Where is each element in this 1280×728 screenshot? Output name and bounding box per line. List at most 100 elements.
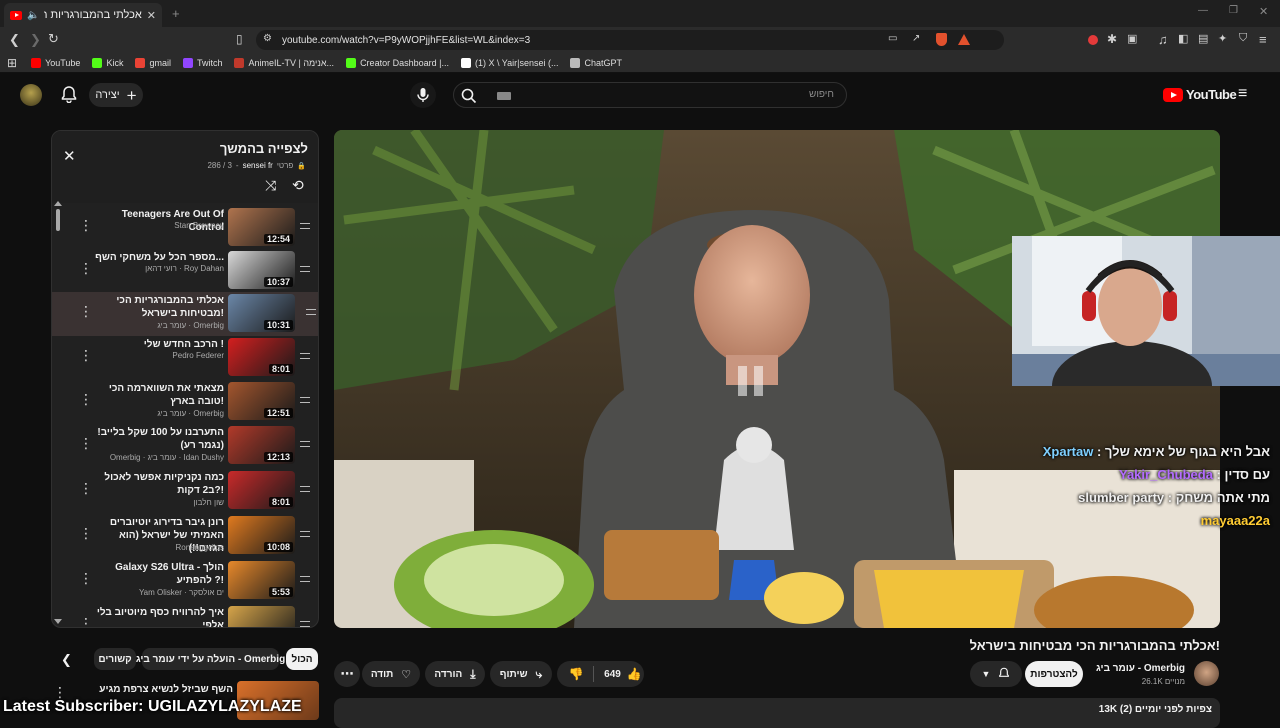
- back-icon[interactable]: ❮: [9, 32, 20, 48]
- leo-ai-icon[interactable]: ✦: [1218, 32, 1227, 45]
- bookmark-item[interactable]: Creator Dashboard |...: [346, 57, 449, 68]
- brave-shield-icon[interactable]: [936, 33, 947, 46]
- channel-name[interactable]: עומר ביג - Omerbig: [1096, 663, 1185, 674]
- drag-handle-icon[interactable]: [300, 441, 310, 447]
- more-actions-icon[interactable]: ⋮: [79, 392, 93, 406]
- pause-icon[interactable]: [738, 366, 764, 396]
- bookmark-item[interactable]: Kick: [92, 57, 123, 68]
- sidebar-icon[interactable]: ◧: [1178, 32, 1188, 45]
- playlist-item[interactable]: ⋮ Galaxy S26 Ultra - הולך להפתיע ?! Yam Ol…: [60, 559, 312, 603]
- rewards-icon[interactable]: [958, 34, 970, 45]
- keyboard-icon[interactable]: [497, 92, 511, 100]
- share-button[interactable]: שיתוף ⤷: [490, 661, 552, 687]
- vpn-icon[interactable]: ⛉: [1239, 32, 1247, 45]
- bookmark-item[interactable]: gmail: [135, 57, 171, 68]
- notifications-bell-icon[interactable]: [60, 85, 78, 104]
- extension-record-icon[interactable]: [1088, 35, 1098, 45]
- bookmark-icon[interactable]: ▯: [236, 32, 243, 46]
- playlist-item-thumbnail[interactable]: 12:13: [228, 426, 295, 464]
- download-button[interactable]: הורדה ⤓: [425, 661, 485, 687]
- drag-handle-icon[interactable]: [300, 531, 310, 537]
- bookmark-item[interactable]: (1) X \ Yair|sensei (...: [460, 57, 558, 68]
- share-page-icon[interactable]: ↗: [912, 33, 920, 44]
- bookmark-item[interactable]: YouTube: [31, 57, 80, 68]
- shuffle-icon[interactable]: ⤨: [265, 177, 276, 194]
- playlist-item[interactable]: ⋮ איך להרוויח כסף מיוטיוב בלי אלפי: [60, 604, 312, 627]
- notifications-dropdown[interactable]: ▼: [970, 661, 1022, 687]
- close-playlist-icon[interactable]: ✕: [63, 147, 76, 165]
- apps-grid-icon[interactable]: ⊞: [7, 56, 17, 70]
- reload-icon[interactable]: ↻: [48, 31, 59, 47]
- extensions-icon[interactable]: ✱: [1107, 32, 1117, 46]
- loop-icon[interactable]: ⟲: [292, 177, 304, 194]
- playlist-item[interactable]: ⋮ אכלתי בהמבורגריות הכי מבטיחות בישראל! עו…: [52, 292, 318, 336]
- screenshot-icon[interactable]: ▣: [1127, 32, 1137, 45]
- drag-handle-icon[interactable]: [306, 309, 316, 315]
- drag-handle-icon[interactable]: [300, 397, 310, 403]
- playlist-item[interactable]: ⋮ כמה נקניקיות אפשר לאכול ב2 דקות?! שון חל…: [60, 469, 312, 513]
- bookmark-item[interactable]: AnimeIL-TV | אנימה...: [234, 57, 334, 68]
- dislike-icon[interactable]: 👎: [559, 667, 593, 681]
- browser-tab[interactable]: 🔈 אכלתי בהמבורגריות הכי מבט ✕: [4, 3, 162, 27]
- drag-handle-icon[interactable]: [300, 621, 310, 627]
- speaker-icon[interactable]: 🔈: [27, 10, 39, 21]
- playlist-item[interactable]: ⋮ הרכב החדש שלי ! Pedro Federer 8:01: [60, 336, 312, 380]
- search-icon[interactable]: [461, 88, 477, 109]
- guide-menu-icon[interactable]: ≡: [1238, 85, 1247, 103]
- playlist-item-thumbnail[interactable]: 12:54: [228, 208, 295, 246]
- playlist-item[interactable]: ⋮ מספר הכל על משחקי השף... רועי דהאן · Roy…: [60, 249, 312, 293]
- playlist-item[interactable]: ⋮ רונן גיבר בדירוג יוטיוברים האמיתי של יש…: [60, 514, 312, 558]
- bookmark-item[interactable]: ChatGPT: [570, 57, 622, 68]
- thanks-button[interactable]: תודה ♡: [362, 661, 420, 687]
- chip-related[interactable]: קשורים: [94, 648, 136, 670]
- menu-icon[interactable]: ≡: [1259, 32, 1267, 47]
- voice-search-icon[interactable]: [410, 82, 436, 108]
- avatar[interactable]: [20, 84, 42, 106]
- playlist-item-thumbnail[interactable]: 8:01: [228, 338, 295, 376]
- playlist-item-thumbnail[interactable]: 8:01: [228, 471, 295, 509]
- playlist-title[interactable]: לצפייה בהמשך: [220, 141, 308, 156]
- playlist-item-thumbnail[interactable]: [228, 606, 295, 627]
- new-tab-icon[interactable]: +: [172, 6, 180, 21]
- playlist-item-thumbnail[interactable]: 10:37: [228, 251, 295, 289]
- address-bar[interactable]: ⚙ youtube.com/watch?v=P9yWOPjjhFE&list=W…: [256, 30, 1004, 50]
- drag-handle-icon[interactable]: [300, 266, 310, 272]
- drag-handle-icon[interactable]: [300, 353, 310, 359]
- playlist-item-thumbnail[interactable]: 10:08: [228, 516, 295, 554]
- search-box[interactable]: חיפוש: [453, 82, 847, 108]
- channel-avatar[interactable]: [1194, 661, 1219, 686]
- more-actions-icon[interactable]: ⋮: [79, 436, 93, 450]
- description-box[interactable]: 13K צפיות לפני יומיים (2): [334, 698, 1220, 728]
- drag-handle-icon[interactable]: [300, 486, 310, 492]
- forward-icon[interactable]: ❯: [30, 32, 41, 48]
- playlist-item-thumbnail[interactable]: 10:31: [228, 294, 295, 332]
- playlist-item-thumbnail[interactable]: 5:53: [228, 561, 295, 599]
- bookmark-item[interactable]: Twitch: [182, 57, 222, 68]
- more-actions-button[interactable]: ⋯: [334, 661, 360, 687]
- playlist-item-thumbnail[interactable]: 12:51: [228, 382, 295, 420]
- more-actions-icon[interactable]: ⋮: [79, 616, 93, 627]
- playlist-item[interactable]: ⋮ התערבנו על 100 שקל בלייב! (נגמר רע) Omer…: [60, 424, 312, 468]
- create-button[interactable]: יצירה +: [89, 83, 143, 107]
- close-window-icon[interactable]: ✕: [1259, 5, 1268, 18]
- close-tab-icon[interactable]: ✕: [147, 9, 156, 22]
- playlist-item[interactable]: ⋮ מצאתי את השווארמה הכי טובה בארץ! עומר בי…: [60, 380, 312, 424]
- media-icon[interactable]: ♫: [1158, 32, 1168, 47]
- drag-handle-icon[interactable]: [300, 223, 310, 229]
- site-settings-icon[interactable]: ⚙: [263, 33, 272, 44]
- more-actions-icon[interactable]: ⋮: [79, 304, 93, 318]
- search-input[interactable]: חיפוש: [809, 89, 834, 100]
- subscribe-button[interactable]: להצטרפות: [1025, 661, 1083, 687]
- wallet-icon[interactable]: ▤: [1198, 32, 1208, 45]
- playlist-owner[interactable]: sensei fr: [243, 161, 273, 170]
- restore-icon[interactable]: ❐: [1229, 5, 1238, 16]
- chip-uploaded-by[interactable]: הועלה על ידי עומר ביג - Omerbig: [136, 648, 285, 670]
- like-icon[interactable]: 👍: [627, 667, 642, 681]
- playlist-item[interactable]: ⋮ Teenagers Are Out Of Control Stan Browne…: [60, 206, 312, 250]
- chips-prev-icon[interactable]: ❮: [61, 652, 72, 668]
- youtube-logo[interactable]: YouTube: [1163, 87, 1237, 102]
- more-actions-icon[interactable]: ⋮: [79, 526, 93, 540]
- more-actions-icon[interactable]: ⋮: [79, 481, 93, 495]
- more-actions-icon[interactable]: ⋮: [79, 571, 93, 585]
- cast-icon[interactable]: ▭: [888, 33, 897, 44]
